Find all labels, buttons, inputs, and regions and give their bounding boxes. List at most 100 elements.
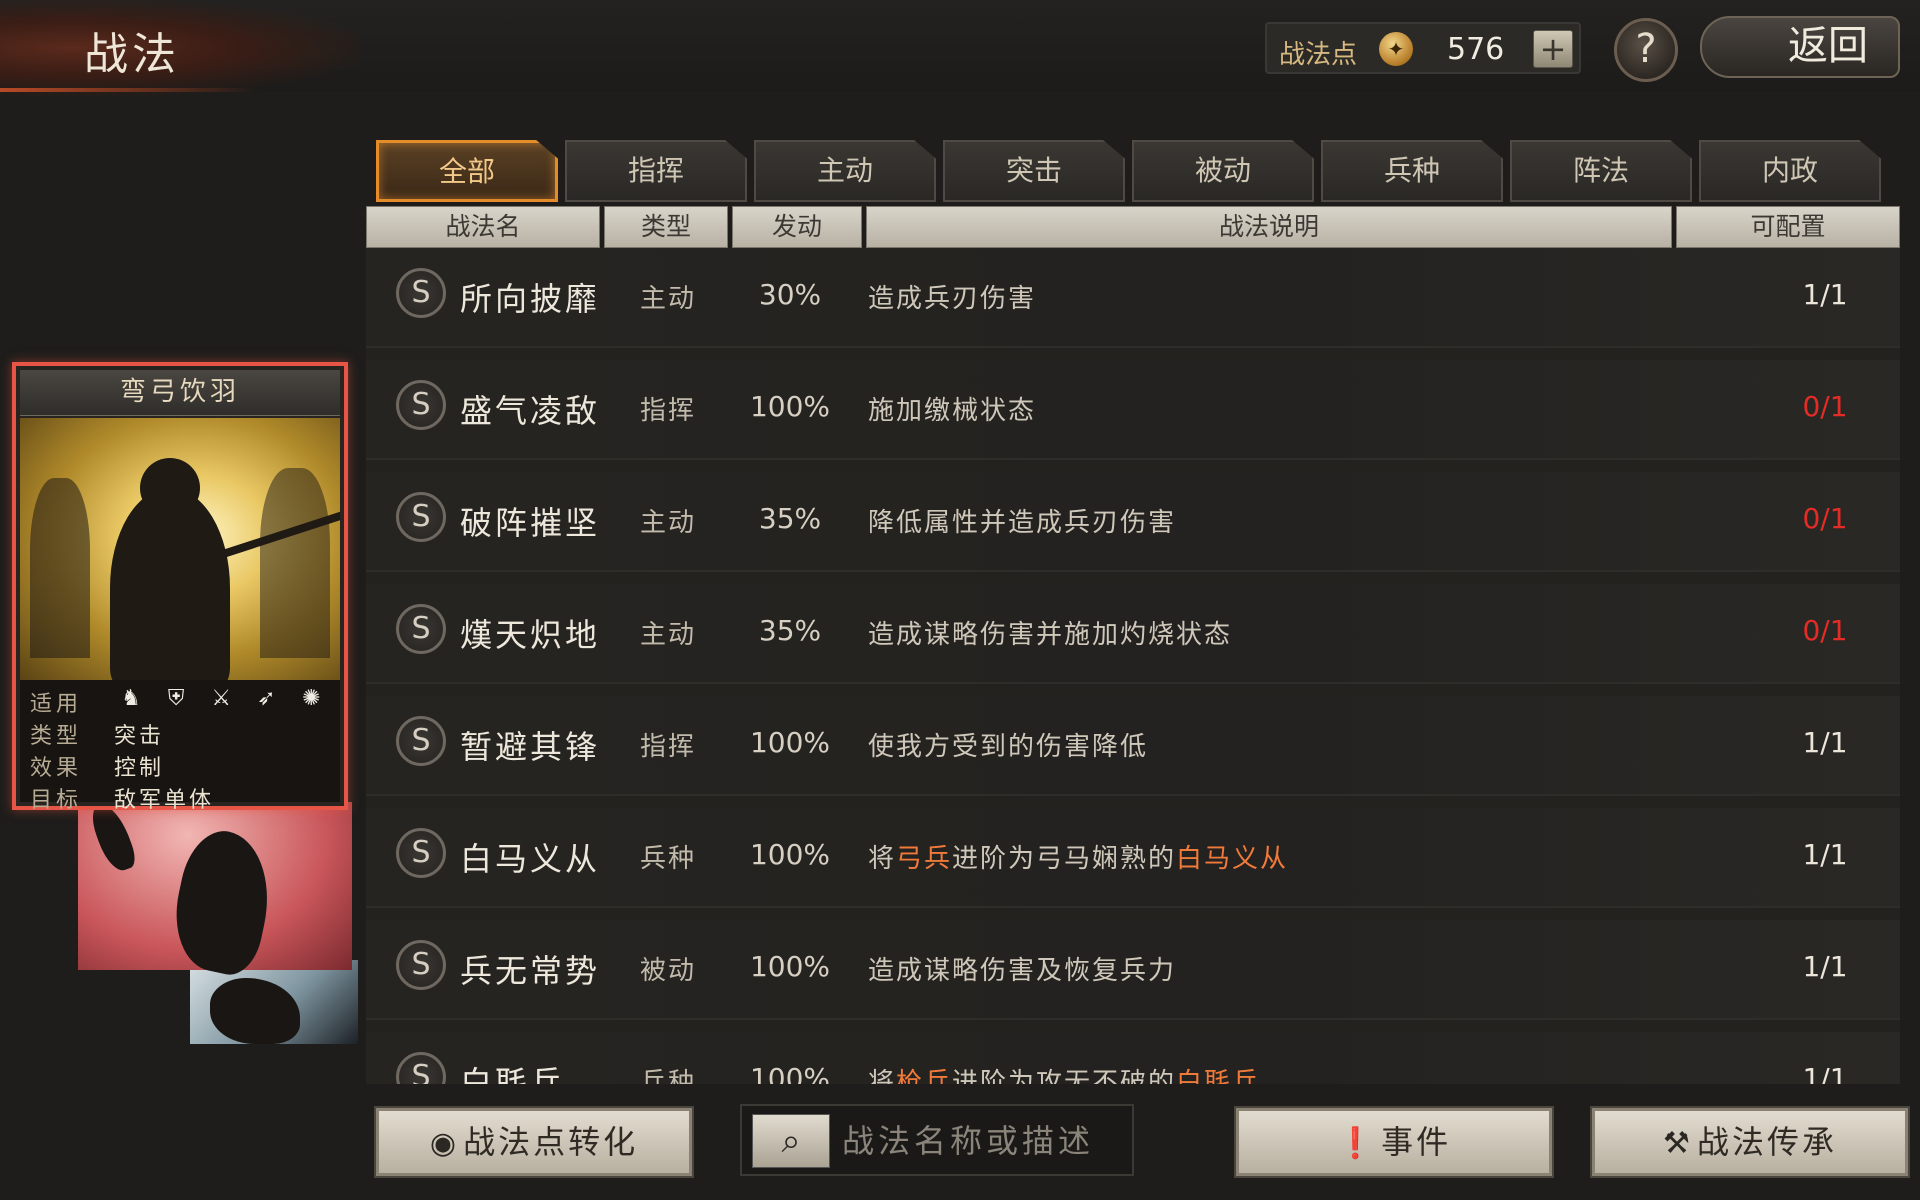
inherit-tactic-label: 战法传承 xyxy=(1696,1123,1837,1161)
tab-assault[interactable]: 突击 xyxy=(943,140,1125,202)
column-header-rate[interactable]: 发动 xyxy=(732,206,862,248)
tactic-coin-icon: ✦ xyxy=(1379,32,1413,66)
alert-icon: ❗ xyxy=(1336,1126,1378,1161)
description-text: 施加缴械状态 xyxy=(868,396,1037,426)
column-header-type[interactable]: 类型 xyxy=(604,206,728,248)
tactic-description: 造成谋略伤害及恢复兵力 xyxy=(868,950,1176,987)
highlight-term: 枪兵 xyxy=(896,1068,953,1084)
inherit-tactic-button[interactable]: ⚒ 战法传承 xyxy=(1590,1106,1910,1178)
tab-troop[interactable]: 兵种 xyxy=(1321,140,1503,202)
description-text: 造成谋略伤害及恢复兵力 xyxy=(868,956,1177,986)
tactics-list[interactable]: S 所向披靡 主动 30% 造成兵刃伤害 1/1 S 盛气凌敌 指挥 100% 施加缴械状态 0/1 S… xyxy=(366,248,1900,1084)
description-text: 使我方受到的伤害降低 xyxy=(868,732,1149,762)
column-header-configurable[interactable]: 可配置 xyxy=(1676,206,1900,248)
grade-badge: S xyxy=(396,716,446,766)
grade-badge: S xyxy=(396,828,446,878)
tactic-trigger-rate: 100% xyxy=(749,390,831,423)
tactic-row[interactable]: S 破阵摧坚 主动 35% 降低属性并造成兵刃伤害 0/1 xyxy=(366,472,1900,572)
tactic-description: 将弓兵进阶为弓马娴熟的白马义从 xyxy=(868,838,1288,875)
table-header: 战法名 类型 发动 战法说明 可配置 xyxy=(366,206,1900,248)
tactic-row[interactable]: S 白马义从 兵种 100% 将弓兵进阶为弓马娴熟的白马义从 1/1 xyxy=(366,808,1900,908)
target-label: 目标 xyxy=(30,788,83,813)
tab-passive[interactable]: 被动 xyxy=(1132,140,1314,202)
tactic-row[interactable]: S 兵无常势 被动 100% 造成谋略伤害及恢复兵力 1/1 xyxy=(366,920,1900,1020)
configurable-count: 1/1 xyxy=(1802,838,1848,871)
configurable-count: 1/1 xyxy=(1802,1062,1848,1084)
tactic-type: 兵种 xyxy=(639,1068,696,1084)
tactic-type: 主动 xyxy=(639,284,696,314)
tactic-points-panel: 战法点 ✦ 576 + xyxy=(1265,22,1581,74)
description-text: 造成兵刃伤害 xyxy=(868,284,1037,314)
tactic-row[interactable]: S 暂避其锋 指挥 100% 使我方受到的伤害降低 1/1 xyxy=(366,696,1900,796)
configurable-count: 0/1 xyxy=(1802,390,1848,423)
category-tabs: 全部 指挥 主动 突击 被动 兵种 阵法 内政 xyxy=(376,140,1886,204)
grade-badge: S xyxy=(396,604,446,654)
tactic-description: 造成谋略伤害并施加灼烧状态 xyxy=(868,614,1232,651)
configurable-count: 1/1 xyxy=(1802,726,1848,759)
page-title: 战法 xyxy=(84,29,180,80)
configurable-count: 0/1 xyxy=(1802,502,1848,535)
tab-command[interactable]: 指挥 xyxy=(565,140,747,202)
description-text: 造成谋略伤害并施加灼烧状态 xyxy=(868,620,1233,650)
events-button[interactable]: ❗ 事件 xyxy=(1234,1106,1554,1178)
tactic-trigger-rate: 100% xyxy=(749,838,831,871)
type-value: 突击 xyxy=(114,724,165,749)
wheel-icon: ✺ xyxy=(302,686,321,711)
description-text: 将 xyxy=(868,844,897,874)
add-points-button[interactable]: + xyxy=(1533,30,1573,68)
help-button[interactable]: ? xyxy=(1614,18,1678,82)
description-text: 进阶为弓马娴熟的 xyxy=(952,844,1177,874)
skill-card-info: 适用 ♞ ⛨ ⚔ ➶ ✺ 类型 突击 效果 控制 目标 敌军单体 xyxy=(20,680,340,813)
shield-icon: ⛨ xyxy=(167,686,185,711)
tactic-trigger-rate: 35% xyxy=(758,502,822,535)
tab-all[interactable]: 全部 xyxy=(376,140,558,202)
tactic-name: 兵无常势 xyxy=(460,952,601,990)
tactic-type: 兵种 xyxy=(639,844,696,874)
tactic-name: 熯天炽地 xyxy=(460,616,601,654)
highlight-term: 白毦兵 xyxy=(1176,1068,1261,1084)
grade-badge: S xyxy=(396,380,446,430)
target-value: 敌军单体 xyxy=(114,788,215,813)
tactic-name: 白马义从 xyxy=(460,840,601,878)
cavalry-icon: ♞ xyxy=(121,686,141,711)
stacked-card-art xyxy=(78,798,352,980)
grade-badge: S xyxy=(396,940,446,990)
tactic-type: 被动 xyxy=(639,956,696,986)
highlight-term: 弓兵 xyxy=(896,844,953,874)
tactic-description: 将枪兵进阶为攻无不破的白毦兵 xyxy=(868,1062,1260,1084)
events-label: 事件 xyxy=(1381,1123,1452,1161)
tactic-name: 白毦兵 xyxy=(460,1064,566,1084)
stacked-card-art xyxy=(190,960,358,1044)
column-header-description: 战法说明 xyxy=(866,206,1672,248)
tactic-type: 主动 xyxy=(639,620,696,650)
tab-formation[interactable]: 阵法 xyxy=(1510,140,1692,202)
tactic-trigger-rate: 35% xyxy=(758,614,822,647)
convert-points-button[interactable]: ◉ 战法点转化 xyxy=(374,1106,694,1178)
description-text: 降低属性并造成兵刃伤害 xyxy=(868,508,1177,538)
tab-domestic[interactable]: 内政 xyxy=(1699,140,1881,202)
grade-badge: S xyxy=(396,1052,446,1084)
tactic-row[interactable]: S 白毦兵 兵种 100% 将枪兵进阶为攻无不破的白毦兵 1/1 xyxy=(366,1032,1900,1084)
type-label: 类型 xyxy=(30,724,83,749)
grade-badge: S xyxy=(396,268,446,318)
tactic-row[interactable]: S 熯天炽地 主动 35% 造成谋略伤害并施加灼烧状态 0/1 xyxy=(366,584,1900,684)
tactic-points-label: 战法点 xyxy=(1279,40,1358,70)
convert-points-label: 战法点转化 xyxy=(463,1123,639,1161)
skill-card-title: 弯弓饮羽 xyxy=(20,370,340,416)
crossed-swords-icon: ⚔ xyxy=(211,686,232,711)
selected-skill-card[interactable]: 弯弓饮羽 适用 ♞ ⛨ ⚔ ➶ ✺ 类型 突击 效果 控制 目标 敌军单体 xyxy=(12,362,348,813)
tactic-trigger-rate: 100% xyxy=(749,726,831,759)
column-header-name[interactable]: 战法名 xyxy=(366,206,600,248)
search-input[interactable] xyxy=(842,1116,1122,1166)
tactic-type: 指挥 xyxy=(639,732,696,762)
tactic-row[interactable]: S 所向披靡 主动 30% 造成兵刃伤害 1/1 xyxy=(366,248,1900,348)
effect-value: 控制 xyxy=(114,756,165,781)
search-icon[interactable]: ⌕ xyxy=(752,1114,830,1168)
tactic-name: 所向披靡 xyxy=(460,280,601,318)
tactic-type: 指挥 xyxy=(639,396,696,426)
back-button[interactable]: 返回 xyxy=(1700,16,1900,78)
tactic-description: 施加缴械状态 xyxy=(868,390,1036,427)
tactic-row[interactable]: S 盛气凌敌 指挥 100% 施加缴械状态 0/1 xyxy=(366,360,1900,460)
tab-active[interactable]: 主动 xyxy=(754,140,936,202)
top-bar: 战法 战法点 ✦ 576 + ? 返回 xyxy=(0,0,1920,96)
